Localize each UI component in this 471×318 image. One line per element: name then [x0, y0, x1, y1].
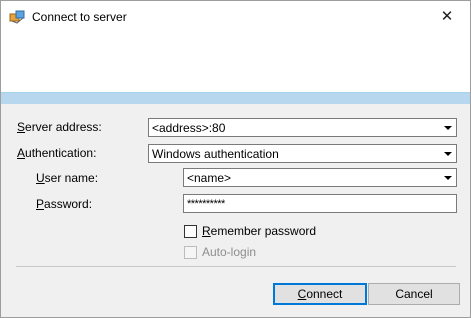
auto-login-label: Auto-login	[202, 245, 257, 259]
auto-login-checkbox[interactable]	[184, 246, 197, 259]
password-value: **********	[187, 198, 225, 210]
user-name-value: <name>	[187, 171, 232, 185]
header-stripe	[1, 93, 470, 104]
cancel-button[interactable]: Cancel	[368, 283, 460, 305]
remember-password-label[interactable]: Remember password	[202, 224, 316, 238]
server-address-combo[interactable]: <address>:80	[148, 118, 457, 137]
chevron-down-icon[interactable]	[442, 122, 454, 134]
close-icon: ✕	[440, 8, 454, 25]
password-label: Password:	[36, 197, 93, 211]
authentication-combo[interactable]: Windows authentication	[148, 144, 457, 163]
connect-button[interactable]: Connect	[273, 283, 367, 305]
title-bar: Connect to server ✕	[1, 1, 470, 33]
close-button[interactable]: ✕	[424, 1, 470, 32]
connect-dialog: Connect to server ✕ Server address: <add…	[0, 0, 471, 318]
server-address-value: <address>:80	[152, 121, 226, 135]
chevron-down-icon[interactable]	[442, 148, 454, 160]
password-field[interactable]: **********	[183, 194, 457, 213]
window-title: Connect to server	[32, 10, 127, 24]
button-separator	[16, 266, 456, 267]
server-connect-icon	[9, 9, 26, 24]
server-address-label: Server address:	[17, 120, 102, 134]
user-name-combo[interactable]: <name>	[183, 168, 457, 187]
header-banner	[1, 33, 470, 92]
remember-password-checkbox[interactable]	[184, 225, 197, 238]
authentication-value: Windows authentication	[152, 147, 279, 161]
chevron-down-icon[interactable]	[442, 172, 454, 184]
authentication-label: Authentication:	[17, 146, 97, 160]
user-name-label: User name:	[36, 171, 99, 185]
